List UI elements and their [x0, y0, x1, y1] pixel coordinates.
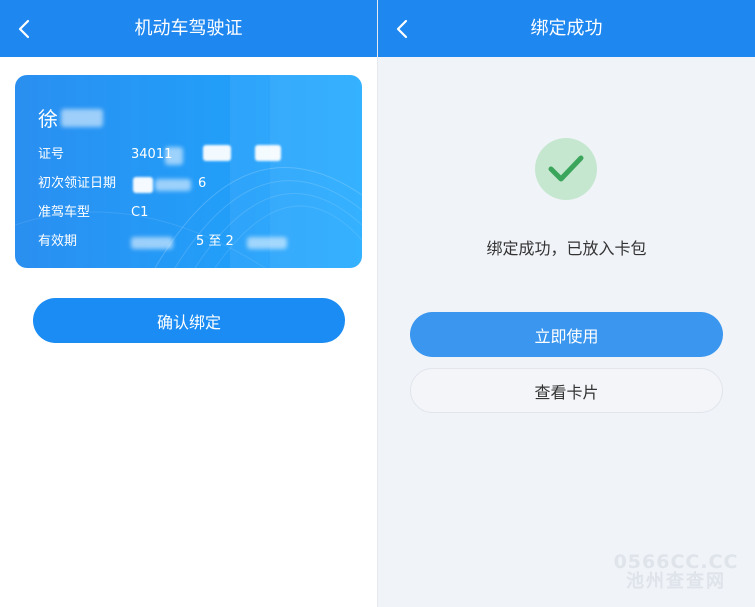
row-value: 5 至 2	[196, 234, 234, 249]
redaction	[165, 147, 183, 165]
redaction	[133, 177, 153, 193]
row-label: 准驾车型	[38, 205, 91, 220]
row-label: 有效期	[38, 234, 78, 249]
card-row-vehicle-class: 准驾车型 C1	[38, 204, 338, 222]
page-title: 机动车驾驶证	[134, 18, 243, 39]
redaction	[61, 109, 103, 127]
redaction	[155, 179, 191, 191]
view-card-button[interactable]: 查看卡片	[410, 368, 723, 413]
check-icon	[548, 155, 584, 182]
page-title: 绑定成功	[530, 18, 603, 39]
row-label: 证号	[38, 147, 65, 162]
card-row-validity: 有效期 5 至 2	[38, 233, 338, 251]
navbar: 绑定成功	[378, 0, 755, 57]
redaction	[203, 145, 231, 161]
navbar: 机动车驾驶证	[0, 0, 377, 57]
success-badge	[535, 138, 597, 200]
redaction	[131, 237, 173, 249]
left-screen: 机动车驾驶证 徐 证号 34011 初次领证日期 6 准驾车型 C1 有效期 5…	[0, 0, 377, 607]
confirm-bind-button[interactable]: 确认绑定	[33, 298, 345, 343]
card-holder-name: 徐	[38, 107, 58, 131]
row-value: C1	[131, 205, 149, 220]
card-row-license-number: 证号 34011	[38, 146, 338, 164]
redaction	[247, 237, 287, 249]
license-card[interactable]: 徐 证号 34011 初次领证日期 6 准驾车型 C1 有效期 5 至 2	[15, 75, 362, 268]
row-label: 初次领证日期	[38, 176, 117, 191]
row-value: 6	[198, 176, 207, 191]
success-message: 绑定成功，已放入卡包	[486, 239, 647, 258]
redaction	[255, 145, 281, 161]
use-now-button[interactable]: 立即使用	[410, 312, 723, 357]
right-screen: 绑定成功 绑定成功，已放入卡包 立即使用 查看卡片	[378, 0, 755, 607]
